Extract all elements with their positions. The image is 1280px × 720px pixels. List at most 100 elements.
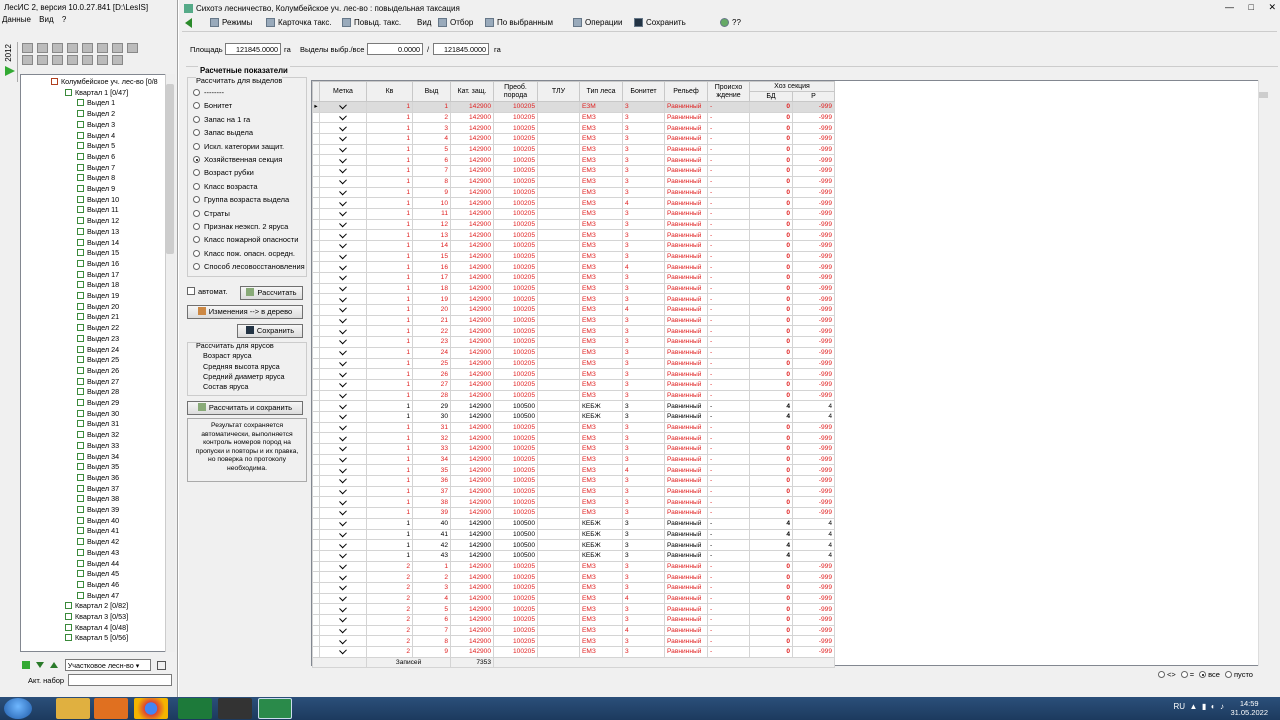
tlu-cell[interactable] xyxy=(537,325,580,338)
type-cell[interactable]: ЕМЗ xyxy=(579,357,623,370)
row-indicator[interactable] xyxy=(312,549,320,562)
origin-cell[interactable]: - xyxy=(707,368,750,380)
tree-scroll-thumb[interactable] xyxy=(166,84,174,254)
preob-cell[interactable]: 100205 xyxy=(493,175,538,188)
r-cell[interactable]: -999 xyxy=(792,207,835,220)
tree-vydel-node[interactable]: Выдел 41 xyxy=(77,526,119,537)
kv-cell[interactable]: 2 xyxy=(366,646,413,658)
mark-cell[interactable] xyxy=(319,282,367,295)
row-indicator[interactable] xyxy=(312,186,320,199)
table-row[interactable]: 1 20 142900 100205 ЕМЗ 4 Равнинный - 0 -999 xyxy=(312,304,835,316)
row-indicator[interactable] xyxy=(312,389,320,402)
type-cell[interactable]: ЕМЗ xyxy=(579,111,623,124)
row-indicator[interactable] xyxy=(312,239,320,252)
bonitet-cell[interactable]: 3 xyxy=(622,154,665,167)
tree-vydel-node[interactable]: Выдел 35 xyxy=(77,462,119,473)
vyd-cell[interactable]: 1 xyxy=(412,560,451,573)
row-indicator[interactable] xyxy=(312,560,320,573)
origin-cell[interactable]: - xyxy=(707,453,750,466)
type-cell[interactable]: ЕМЗ xyxy=(579,368,623,380)
bd-cell[interactable]: 4 xyxy=(749,400,793,412)
vyd-cell[interactable]: 2 xyxy=(412,571,451,583)
mark-cell[interactable] xyxy=(319,186,367,199)
tree-vydel-node[interactable]: Выдел 34 xyxy=(77,452,119,463)
origin-cell[interactable]: - xyxy=(707,549,750,562)
relief-cell[interactable]: Равнинный xyxy=(664,528,708,541)
row-indicator[interactable] xyxy=(312,443,320,455)
bd-cell[interactable]: 0 xyxy=(749,293,793,306)
bd-cell[interactable]: 0 xyxy=(749,581,793,594)
r-cell[interactable]: -999 xyxy=(792,143,835,156)
table-row[interactable]: 1 21 142900 100205 ЕМЗ 3 Равнинный - 0 -999 xyxy=(312,314,835,327)
preob-cell[interactable]: 100500 xyxy=(493,539,538,551)
row-indicator[interactable] xyxy=(312,304,320,316)
tree-vydel-node[interactable]: Выдел 7 xyxy=(77,163,115,174)
add-icon[interactable] xyxy=(22,661,30,669)
table-row[interactable]: 1 40 142900 100500 КЕБЖ 3 Равнинный - 4 4 xyxy=(312,517,835,530)
r-cell[interactable]: -999 xyxy=(792,581,835,594)
tlu-cell[interactable] xyxy=(537,453,580,466)
tree-vydel-node[interactable]: Выдел 8 xyxy=(77,173,115,184)
bonitet-cell[interactable]: 3 xyxy=(622,528,665,541)
bd-cell[interactable]: 0 xyxy=(749,485,793,498)
vyd-cell[interactable]: 21 xyxy=(412,314,451,327)
origin-cell[interactable]: - xyxy=(707,624,750,637)
bd-cell[interactable]: 0 xyxy=(749,111,793,124)
calc-radio-option[interactable]: Искл. категории защит. xyxy=(193,142,284,151)
tlu-cell[interactable] xyxy=(537,154,580,167)
filter-radio-option[interactable]: все xyxy=(1197,670,1220,679)
mark-cell[interactable] xyxy=(319,646,367,658)
tlu-cell[interactable] xyxy=(537,614,580,626)
preob-cell[interactable]: 100205 xyxy=(493,186,538,199)
row-indicator[interactable] xyxy=(312,624,320,637)
preob-cell[interactable]: 100500 xyxy=(493,549,538,562)
origin-cell[interactable]: - xyxy=(707,346,750,359)
table-row[interactable]: 2 8 142900 100205 ЕМЗ 3 Равнинный - 0 -999 xyxy=(312,635,835,648)
relief-cell[interactable]: Равнинный xyxy=(664,336,708,348)
relief-cell[interactable]: Равнинный xyxy=(664,571,708,583)
tree-kvartal-node[interactable]: Квартал 4 [0/48] xyxy=(65,623,128,634)
tree-vydel-node[interactable]: Выдел 25 xyxy=(77,355,119,366)
bonitet-cell[interactable]: 3 xyxy=(622,432,665,444)
bonitet-cell[interactable]: 3 xyxy=(622,111,665,124)
tlu-cell[interactable] xyxy=(537,581,580,594)
grid-scroll-thumb[interactable] xyxy=(1259,92,1268,98)
kv-cell[interactable]: 1 xyxy=(366,133,413,145)
vyd-cell[interactable]: 3 xyxy=(412,581,451,594)
kv-cell[interactable]: 2 xyxy=(366,635,413,648)
origin-cell[interactable]: - xyxy=(707,293,750,306)
tlu-cell[interactable] xyxy=(537,378,580,391)
vyd-cell[interactable]: 18 xyxy=(412,282,451,295)
vyd-cell[interactable]: 4 xyxy=(412,133,451,145)
bd-cell[interactable]: 0 xyxy=(749,304,793,316)
bd-cell[interactable]: 0 xyxy=(749,432,793,444)
r-cell[interactable]: -999 xyxy=(792,603,835,615)
close-button[interactable]: ✕ xyxy=(1268,2,1276,12)
preob-cell[interactable]: 100500 xyxy=(493,528,538,541)
calc-radio-option[interactable]: Хозяйственная секция xyxy=(193,155,282,164)
mark-cell[interactable] xyxy=(319,175,367,188)
row-indicator[interactable] xyxy=(312,282,320,295)
row-indicator[interactable] xyxy=(312,368,320,380)
type-cell[interactable]: ЕМЗ xyxy=(579,122,623,135)
tree-vydel-node[interactable]: Выдел 38 xyxy=(77,494,119,505)
tree-vydel-node[interactable]: Выдел 42 xyxy=(77,537,119,548)
origin-cell[interactable]: - xyxy=(707,496,750,509)
kv-cell[interactable]: 1 xyxy=(366,207,413,220)
r-cell[interactable]: -999 xyxy=(792,250,835,263)
table-row[interactable]: 1 3 142900 100205 ЕМЗ 3 Равнинный -0 -999 xyxy=(312,122,835,135)
relief-cell[interactable]: Равнинный xyxy=(664,239,708,252)
mark-cell[interactable] xyxy=(319,410,367,423)
preob-cell[interactable]: 100205 xyxy=(493,507,538,519)
kat-cell[interactable]: 142900 xyxy=(450,282,494,295)
kv-cell[interactable]: 1 xyxy=(366,421,413,434)
bd-cell[interactable]: 0 xyxy=(749,571,793,583)
preob-cell[interactable]: 100205 xyxy=(493,378,538,391)
bonitet-cell[interactable]: 3 xyxy=(622,101,665,113)
kat-cell[interactable]: 142900 xyxy=(450,293,494,306)
tlu-cell[interactable] xyxy=(537,571,580,583)
preob-cell[interactable]: 100205 xyxy=(493,603,538,615)
kv-cell[interactable]: 1 xyxy=(366,475,413,487)
tlu-cell[interactable] xyxy=(537,239,580,252)
language-indicator[interactable]: RU xyxy=(1174,702,1186,711)
